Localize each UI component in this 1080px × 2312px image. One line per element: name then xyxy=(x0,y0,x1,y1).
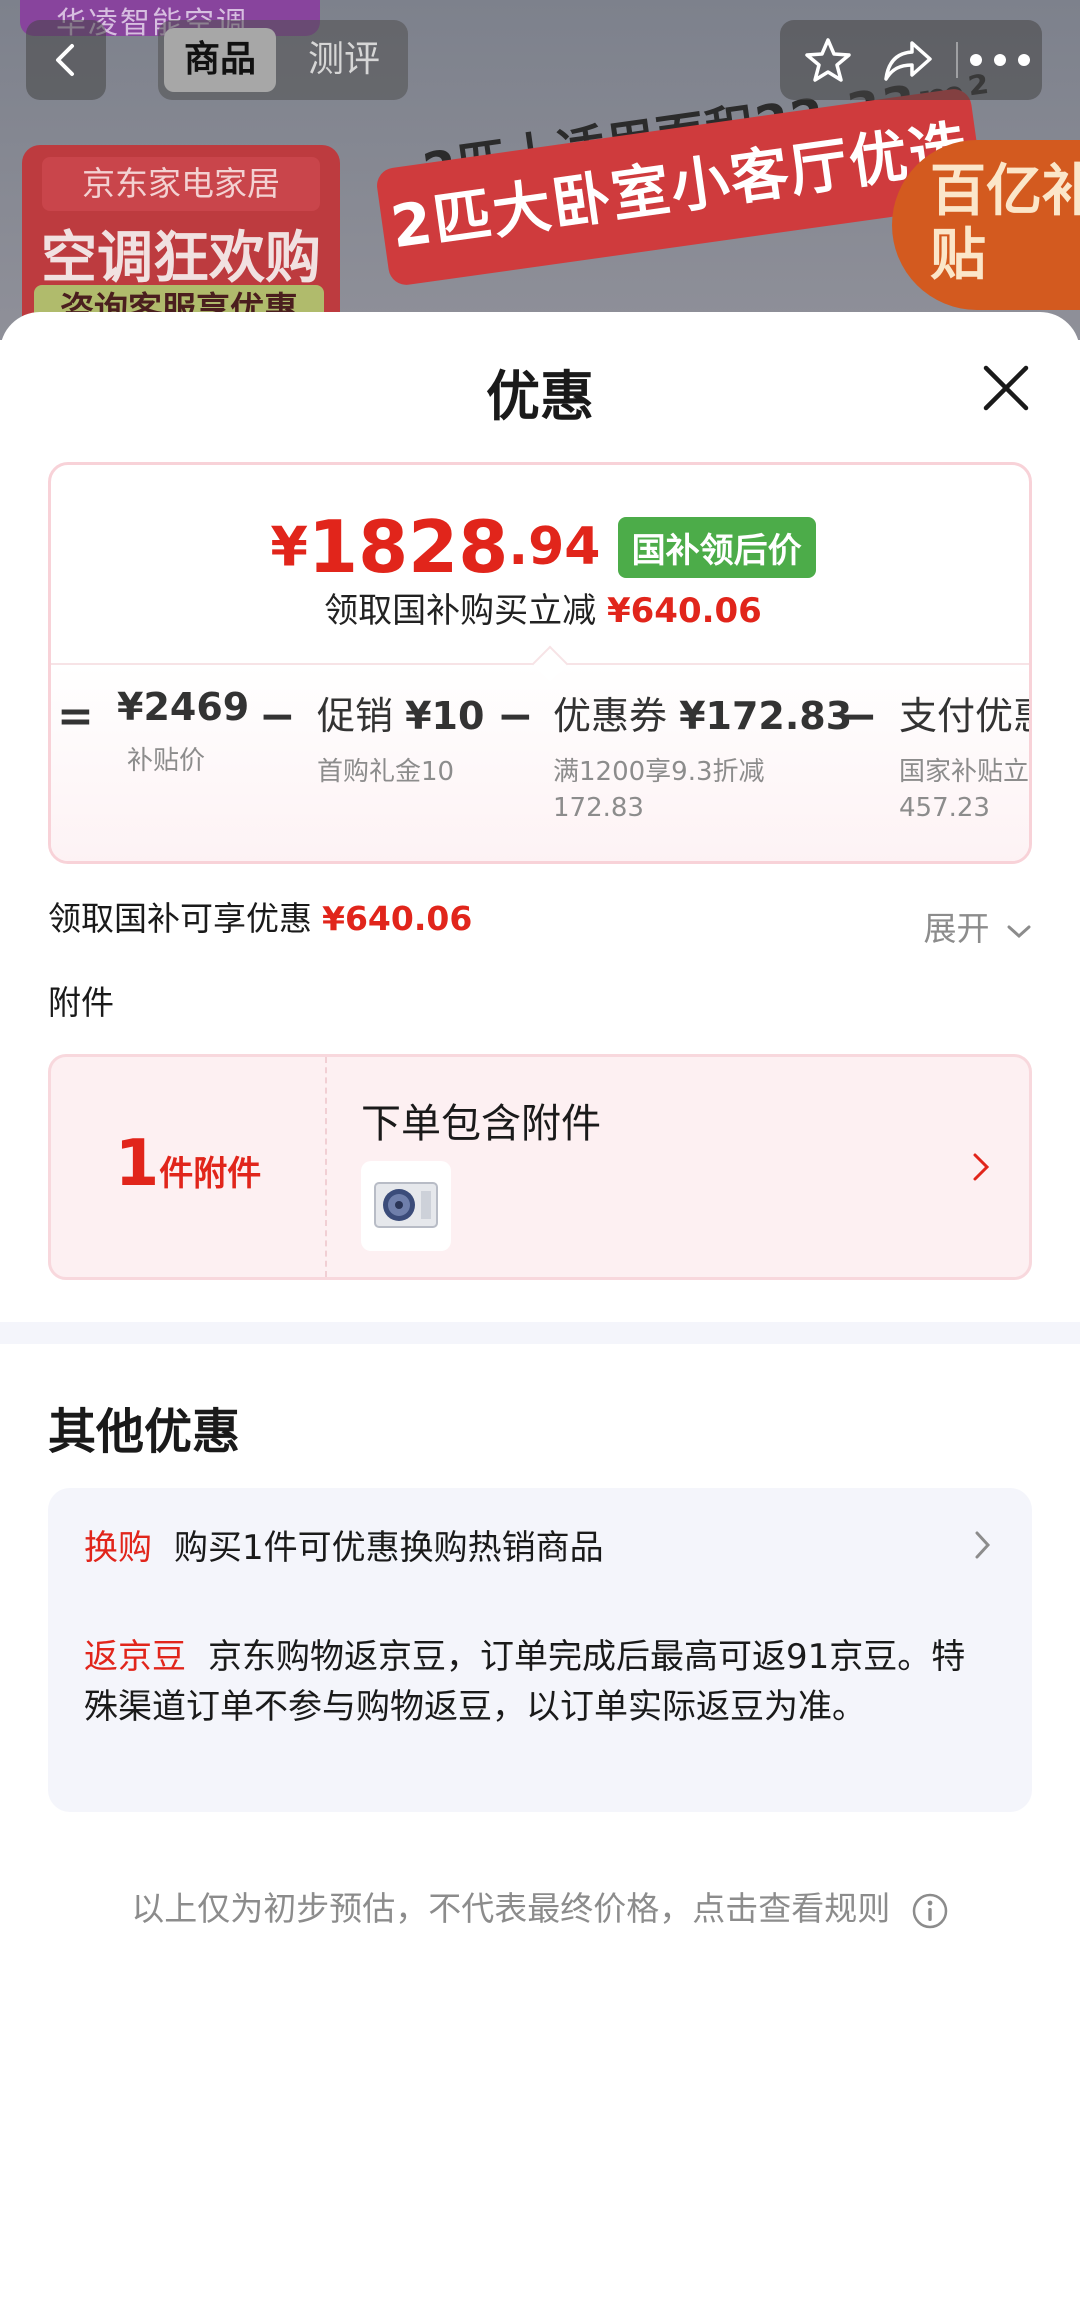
chevron-down-icon xyxy=(1007,925,1031,939)
info-icon xyxy=(912,1893,947,1928)
expand-label: 展开 xyxy=(923,909,990,948)
back-button[interactable] xyxy=(26,20,106,100)
price-breakdown[interactable]: = ¥2469 补贴价 − 促销 ¥10 首购礼金10 − 优惠券 ¥172.8… xyxy=(51,663,1030,861)
expand-button[interactable]: 展开 xyxy=(924,902,1033,950)
sheet-title: 优惠 xyxy=(486,365,594,428)
attachment-card[interactable]: 1件附件 下单包含附件 xyxy=(48,1054,1032,1280)
jd-beans-row: 返京豆 京东购物返京豆，订单完成后最高可返91京豆。特殊渠道订单不参与购物返豆，以… xyxy=(84,1632,984,1732)
price-subline: 领取国补购买立减 ¥640.06 xyxy=(51,583,1029,632)
promo-poster-line2: 空调狂欢购 xyxy=(41,226,321,291)
subline-label: 领取国补购买立减 xyxy=(324,591,597,631)
other-discounts-card: 换购 购买1件可优惠换购热销商品 返京豆 京东购物返京豆，订单完成后最高可返91京豆… xyxy=(48,1488,1032,1812)
breakdown-operator: − xyxy=(841,691,878,742)
breakdown-row: = ¥2469 补贴价 − 促销 ¥10 首购礼金10 − 优惠券 ¥172.8… xyxy=(51,685,1030,861)
trade-in-chevron[interactable] xyxy=(972,1528,994,1562)
chevron-right-icon xyxy=(975,1531,991,1559)
attachment-count-unit: 件附件 xyxy=(159,1154,262,1194)
price-card: ¥1828.94 国补领后价 领取国补购买立减 ¥640.06 = ¥2469 … xyxy=(48,462,1032,864)
rules-note[interactable]: 以上仅为初步预估，不代表最终价格，点击查看规则 xyxy=(0,1882,1080,1930)
promo-value: ¥640.06 xyxy=(322,899,473,938)
breakdown-item: ¥2469 补贴价 xyxy=(117,685,249,779)
discount-sheet: 优惠 ¥1828.94 国补领后价 领取国补购买立减 ¥640.06 = ¥24… xyxy=(0,312,1080,2312)
breakdown-operator: = xyxy=(57,691,94,742)
page-tabs: 商品 测评 xyxy=(158,20,408,100)
tab-review[interactable]: 测评 xyxy=(288,28,400,92)
breakdown-label: 支付优惠 xyxy=(899,694,1029,738)
favorite-button[interactable] xyxy=(788,20,868,100)
outdoor-unit-image xyxy=(374,1182,438,1228)
trade-in-tag: 换购 xyxy=(84,1528,152,1568)
more-icon xyxy=(970,54,1030,66)
more-button[interactable] xyxy=(960,20,1040,100)
price-integer: 1828 xyxy=(307,505,509,589)
trade-in-row[interactable]: 换购 购买1件可优惠换购热销商品 xyxy=(84,1520,604,1569)
close-icon xyxy=(983,365,1029,411)
chevron-right-icon xyxy=(973,1153,990,1181)
rules-note-text: 以上仅为初步预估，不代表最终价格，点击查看规则 xyxy=(131,1889,891,1928)
breakdown-label: 促销 xyxy=(317,694,394,738)
close-button[interactable] xyxy=(978,360,1034,416)
subsidy-promo-row: 领取国补可享优惠 ¥640.06 展开 xyxy=(48,892,1032,962)
nav-divider xyxy=(956,42,958,78)
price-decimal: .94 xyxy=(508,517,601,577)
breakdown-label: 优惠券 xyxy=(553,694,668,738)
attachment-count: 1件附件 xyxy=(51,1057,327,1277)
breakdown-value: ¥2469 xyxy=(117,685,250,729)
share-button[interactable] xyxy=(868,20,948,100)
attachment-count-number: 1 xyxy=(114,1127,160,1201)
breakdown-value: ¥10 xyxy=(405,694,485,738)
subline-value: ¥640.06 xyxy=(606,591,762,631)
trade-in-text: 购买1件可优惠换购热销商品 xyxy=(174,1528,604,1568)
outdoor-unit-thumbnail xyxy=(361,1161,451,1251)
other-discounts-heading: 其他优惠 xyxy=(48,1404,241,1460)
price-currency: ¥ xyxy=(270,515,308,579)
attachment-chevron xyxy=(969,1149,993,1185)
share-icon xyxy=(884,41,932,81)
final-price: ¥1828.94 国补领后价 xyxy=(51,505,1029,589)
chevron-left-icon xyxy=(56,44,74,76)
breakdown-sub: 补贴价 xyxy=(127,746,206,776)
attachments-heading: 附件 xyxy=(48,983,114,1022)
breakdown-sub: 首购礼金10 xyxy=(317,757,455,787)
section-divider xyxy=(0,1322,1080,1344)
star-icon xyxy=(805,38,851,82)
breakdown-item: 优惠券 ¥172.83 满1200享9.3折减 172.83 xyxy=(553,685,852,826)
jd-beans-text: 京东购物返京豆，订单完成后最高可返91京豆。特殊渠道订单不参与购物返豆，以订单实… xyxy=(84,1637,966,1727)
breakdown-item: 促销 ¥10 首购礼金10 xyxy=(317,685,484,790)
breakdown-operator: − xyxy=(259,691,296,742)
top-actions xyxy=(780,20,1042,100)
breakdown-operator: − xyxy=(497,691,534,742)
jd-beans-tag: 返京豆 xyxy=(84,1637,186,1677)
subsidy-price-badge: 国补领后价 xyxy=(617,516,816,578)
breakdown-sub: 满1200享9.3折减 172.83 xyxy=(553,757,765,823)
breakdown-value: ¥172.83 xyxy=(679,694,853,738)
breakdown-item: 支付优惠 国家补贴立 457.23 xyxy=(899,685,1030,826)
breakdown-sub: 国家补贴立 457.23 xyxy=(899,757,1030,823)
subsidy-badge: 百亿补贴 xyxy=(892,140,1080,310)
promo-label: 领取国补可享优惠 xyxy=(48,899,312,938)
promo-poster-line1: 京东家电家居 xyxy=(42,157,320,211)
promo-poster: 京东家电家居 空调狂欢购 咨询客服享优惠 xyxy=(22,145,340,335)
tab-product[interactable]: 商品 xyxy=(164,28,276,92)
attachment-text: 下单包含附件 xyxy=(361,1101,601,1147)
